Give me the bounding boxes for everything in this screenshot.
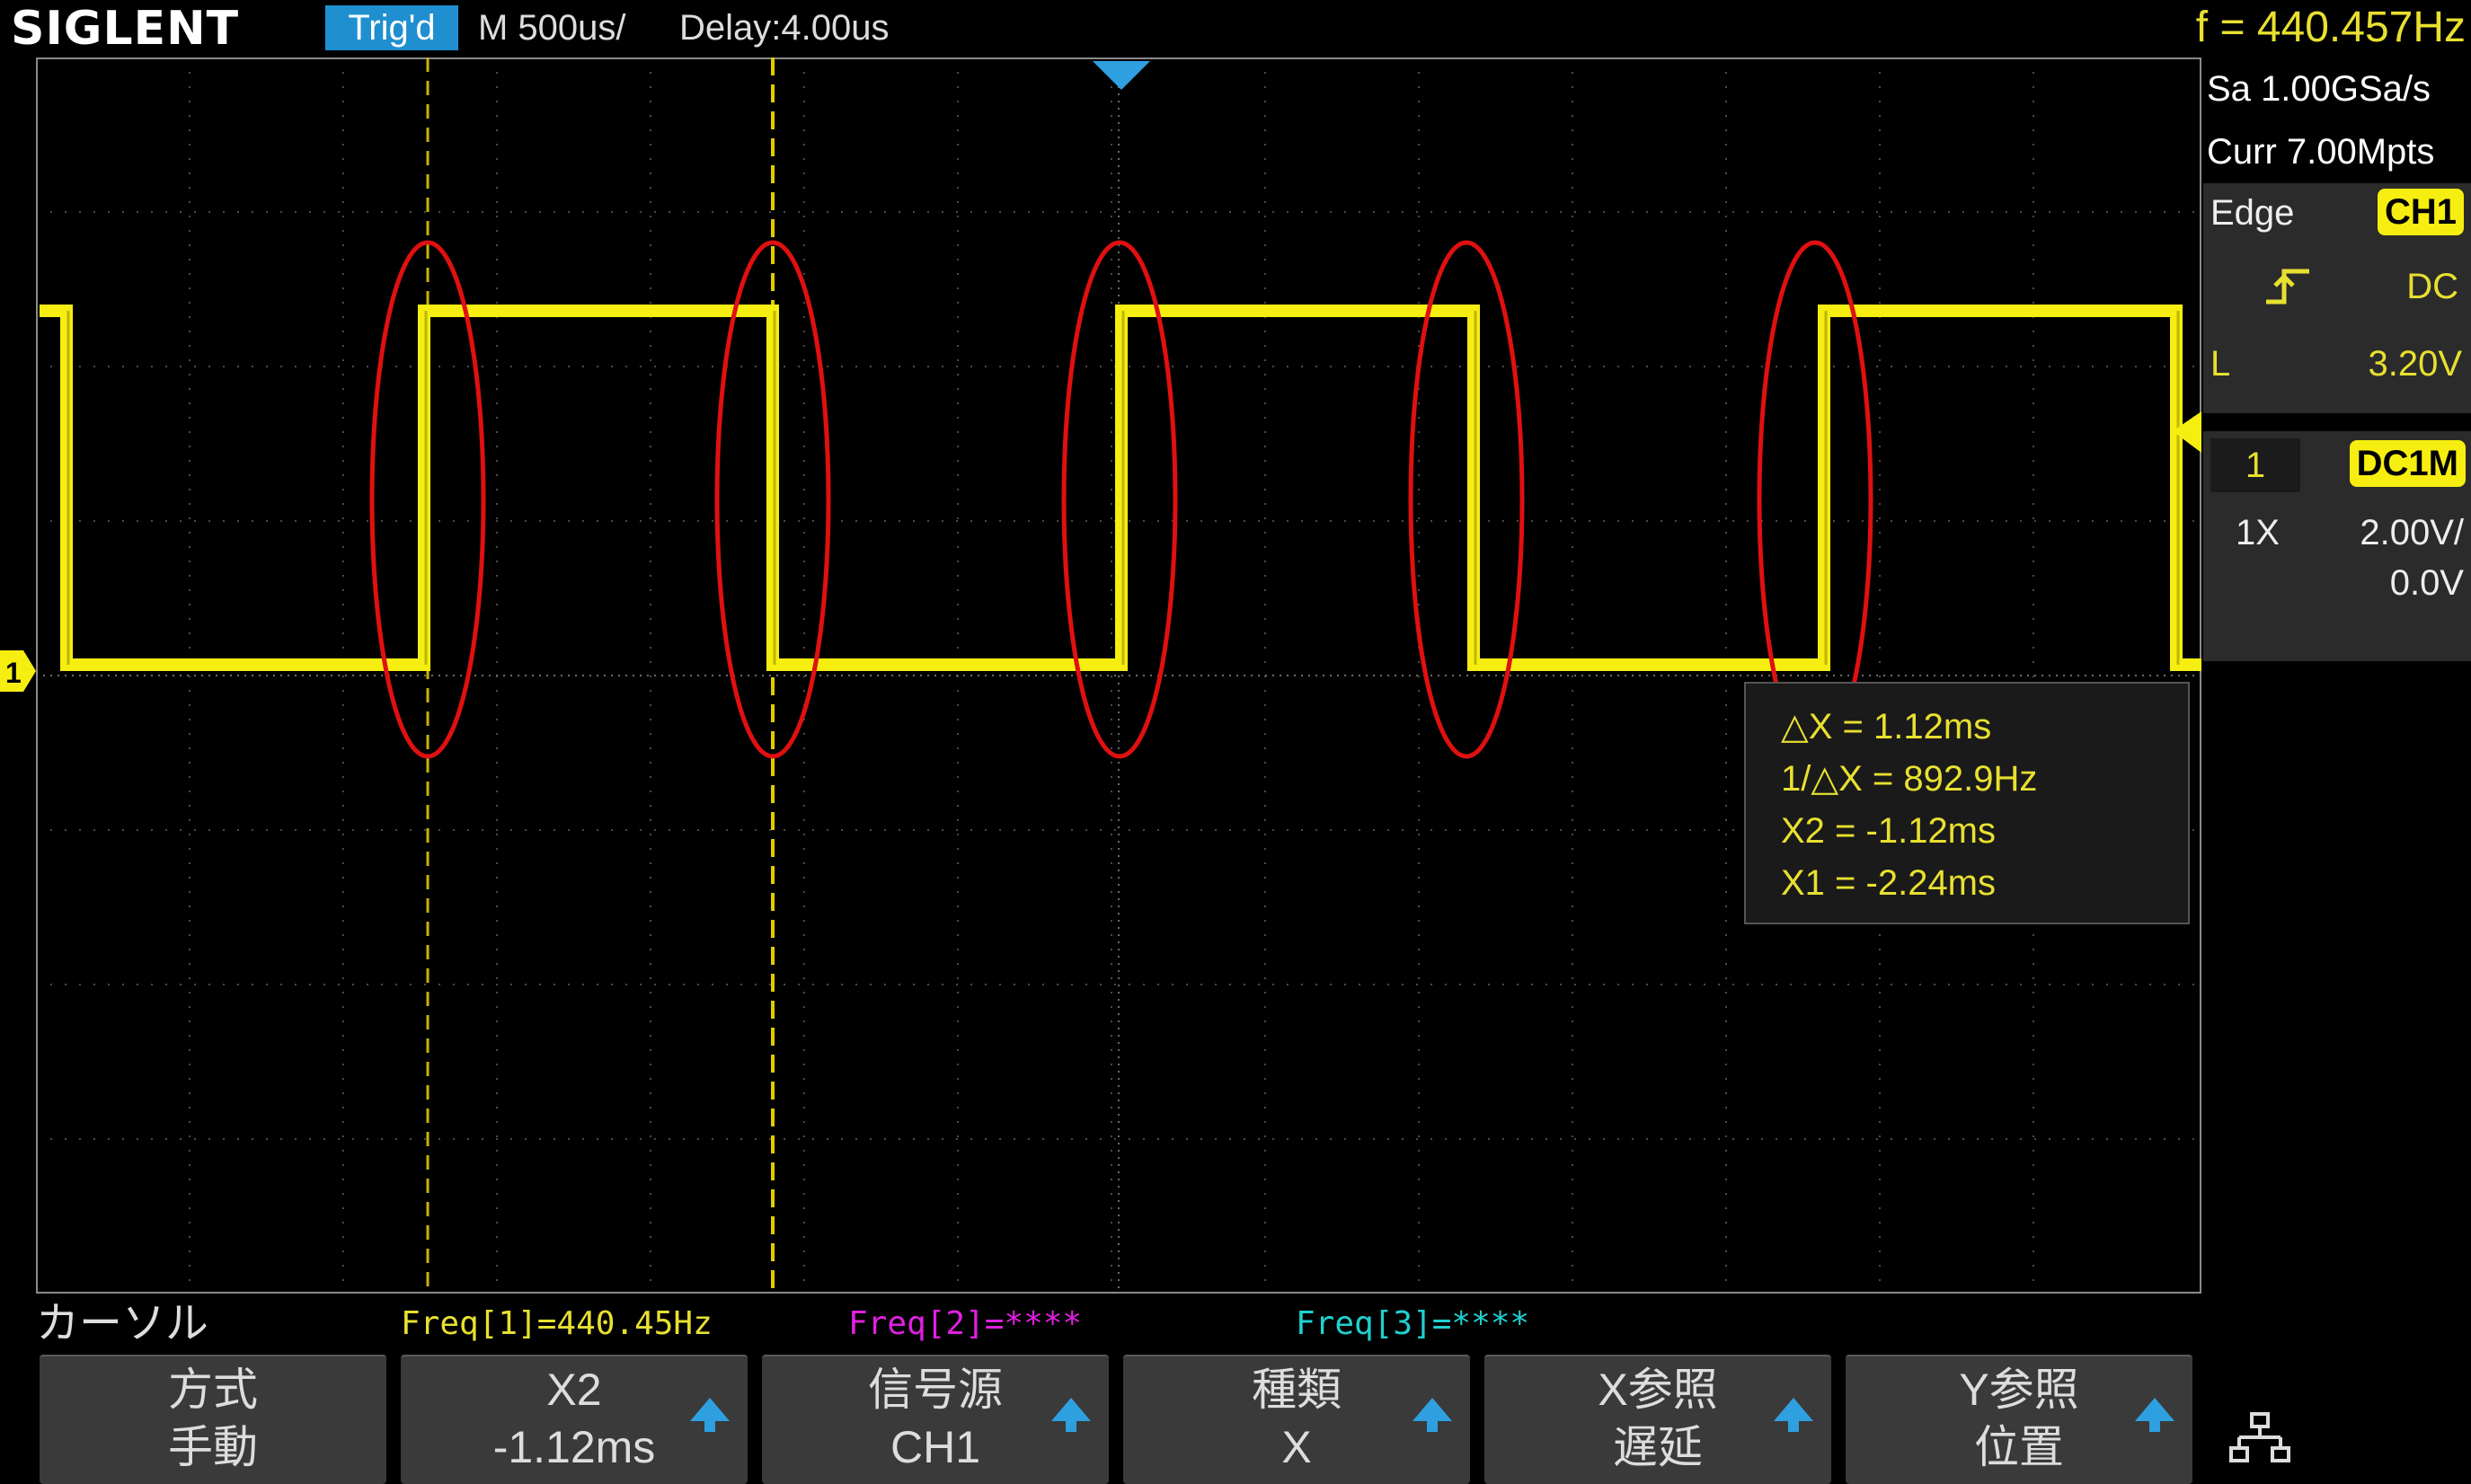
softkey-source-value: CH1 [890, 1422, 981, 1472]
softkey-x2[interactable]: X2 -1.12ms [401, 1355, 748, 1484]
trigger-coupling: DC [2406, 267, 2458, 306]
channel-coupling-badge: DC1M [2349, 440, 2466, 487]
channel-number: 1 [2210, 438, 2300, 492]
brand-logo: SIGLENT [11, 2, 240, 56]
menu-tree-icon[interactable] [2228, 1410, 2291, 1473]
adjust-up-icon [1413, 1398, 1452, 1432]
softkey-type[interactable]: 種類 X [1123, 1355, 1470, 1484]
freq-1-readout: Freq[1]=440.45Hz [401, 1305, 713, 1342]
adjust-up-icon [690, 1398, 730, 1432]
sample-rate: Sa 1.00GSa/s [2207, 69, 2431, 109]
x1-readout: X1 = -2.24ms [1781, 863, 1996, 903]
softkey-type-value: X [1281, 1422, 1312, 1472]
trigger-source-badge: CH1 [2377, 189, 2464, 235]
trigger-info-panel[interactable]: Edge CH1 DC L 3.20V [2203, 183, 2471, 413]
softkey-mode-value: 手動 [168, 1422, 258, 1472]
probe-attenuation: 1X [2236, 513, 2280, 552]
channel-1-marker-icon[interactable]: 1 [0, 649, 36, 693]
right-info-panel: Sa 1.00GSa/s Curr 7.00Mpts Edge CH1 DC L… [2203, 57, 2471, 1297]
timebase-readout[interactable]: M 500us/ [478, 5, 626, 50]
adjust-up-icon [2135, 1398, 2174, 1432]
softkey-mode-label: 方式 [168, 1365, 258, 1415]
frequency-counter: f = 440.457Hz [2195, 4, 2466, 51]
softkey-x-reference[interactable]: X参照 遅延 [1484, 1355, 1831, 1484]
softkey-y-reference[interactable]: Y参照 位置 [1846, 1355, 2192, 1484]
freq-2-readout: Freq[2]=**** [848, 1305, 1083, 1342]
softkey-mode[interactable]: 方式 手動 [40, 1355, 386, 1484]
rising-edge-icon [2266, 269, 2309, 305]
menu-title: カーソル [36, 1300, 209, 1347]
adjust-up-icon [1774, 1398, 1813, 1432]
vertical-scale: 2.00V/ [2360, 513, 2464, 552]
cursor-readout-box: △X = 1.12ms 1/△X = 892.9Hz X2 = -1.12ms … [1744, 682, 2190, 924]
delta-x-readout: △X = 1.12ms [1781, 707, 1991, 746]
status-bar: SIGLENT Trig'd M 500us/ Delay:4.00us f =… [0, 0, 2471, 57]
trigger-level-value: 3.20V [2368, 344, 2462, 384]
inverse-delta-x-readout: 1/△X = 892.9Hz [1781, 759, 2037, 799]
softkey-x2-value: -1.12ms [492, 1422, 656, 1472]
svg-text:1: 1 [5, 657, 22, 689]
trigger-type: Edge [2210, 193, 2295, 233]
softkey-source[interactable]: 信号源 CH1 [762, 1355, 1109, 1484]
memory-depth: Curr 7.00Mpts [2207, 132, 2435, 172]
vertical-offset: 0.0V [2389, 563, 2464, 603]
softkey-y-reference-value: 位置 [1974, 1422, 2064, 1472]
softkey-x-reference-value: 遅延 [1613, 1422, 1703, 1472]
delay-readout[interactable]: Delay:4.00us [679, 5, 889, 50]
freq-3-readout: Freq[3]=**** [1296, 1305, 1530, 1342]
trigger-status-badge[interactable]: Trig'd [325, 5, 458, 50]
adjust-up-icon [1051, 1398, 1091, 1432]
waveform-display: △X = 1.12ms 1/△X = 892.9Hz X2 = -1.12ms … [36, 57, 2201, 1294]
x2-readout: X2 = -1.12ms [1781, 811, 1996, 851]
channel-1-info-panel[interactable]: 1 DC1M 1X 2.00V/ 0.0V [2203, 431, 2471, 661]
trigger-level-label: L [2210, 344, 2231, 384]
